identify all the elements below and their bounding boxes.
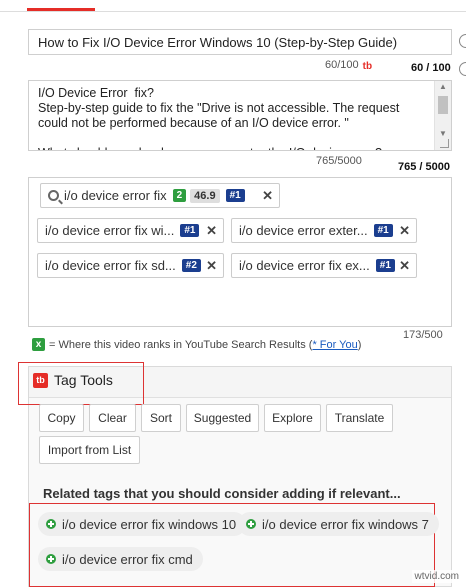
related-tag-chip[interactable]: i/o device error fix windows 10	[38, 512, 247, 536]
resize-grip-icon[interactable]	[440, 139, 449, 148]
related-tag-chip[interactable]: i/o device error fix cmd	[38, 547, 203, 571]
tags-count: 173/500	[403, 329, 443, 341]
tag-chip[interactable]: i/o device error fix wi... #1 ✕	[37, 218, 224, 243]
tubebuddy-icon: tb	[362, 61, 373, 72]
tag-rank-badge: #1	[375, 259, 395, 272]
tag-count-badge: 2	[172, 189, 187, 202]
tag-label: i/o device error exter...	[239, 223, 368, 238]
description-count: 765/5000	[316, 155, 362, 167]
tag-chip[interactable]: i/o device error exter... #1 ✕	[231, 218, 417, 243]
translate-button[interactable]: Translate	[326, 404, 393, 432]
title-count-bold: 60 / 100	[411, 62, 451, 74]
help-icon[interactable]	[459, 62, 466, 76]
legend-text: = Where this video ranks in YouTube Sear…	[49, 338, 313, 351]
tag-rank-badge: #1	[225, 189, 245, 202]
legend-text-close: )	[357, 338, 362, 351]
explore-button[interactable]: Explore	[264, 404, 321, 432]
title-input[interactable]: How to Fix I/O Device Error Windows 10 (…	[28, 29, 452, 55]
tag-label: i/o device error fix sd...	[45, 258, 176, 273]
tag-chip[interactable]: i/o device error fix ex... #1 ✕	[231, 253, 417, 278]
remove-tag-icon[interactable]: ✕	[399, 258, 410, 274]
add-icon[interactable]	[246, 519, 256, 529]
sort-button[interactable]: Sort	[141, 404, 181, 432]
tag-label: i/o device error fix wi...	[45, 223, 175, 238]
tag-rank-badge: #1	[180, 224, 200, 237]
related-tag-label: i/o device error fix cmd	[62, 551, 193, 567]
remove-tag-icon[interactable]: ✕	[399, 223, 410, 239]
tag-label: i/o device error fix ex...	[239, 258, 370, 273]
help-icon[interactable]	[459, 34, 466, 48]
tag-input-area[interactable]: i/o device error fix 2 46.9 #1 ✕ i/o dev…	[28, 177, 452, 327]
clear-button[interactable]: Clear	[89, 404, 136, 432]
remove-tag-icon[interactable]: ✕	[206, 258, 217, 274]
for-you-link[interactable]: * For You	[312, 339, 357, 351]
tag-score-badge: 46.9	[190, 188, 220, 203]
tag-rank-badge: #1	[373, 224, 393, 237]
tag-rank-badge: #2	[181, 259, 201, 272]
tag-chip-primary[interactable]: i/o device error fix 2 46.9 #1 ✕	[40, 183, 280, 208]
related-tag-label: i/o device error fix windows 7	[262, 516, 429, 532]
remove-tag-icon[interactable]: ✕	[262, 188, 273, 204]
related-tags-title: Related tags that you should consider ad…	[43, 486, 401, 501]
rank-legend: x = Where this video ranks in YouTube Se…	[32, 338, 361, 351]
scroll-thumb[interactable]	[438, 96, 448, 114]
scroll-up-icon[interactable]: ▲	[439, 82, 447, 91]
watermark: wtvid.com	[411, 570, 462, 583]
add-icon[interactable]	[46, 519, 56, 529]
description-textarea[interactable]: I/O Device Error fix? Step-by-step guide…	[28, 80, 452, 151]
suggested-button[interactable]: Suggested	[186, 404, 259, 432]
tab-divider	[0, 11, 466, 12]
copy-button[interactable]: Copy	[39, 404, 84, 432]
scroll-down-icon[interactable]: ▼	[439, 129, 447, 138]
title-counter: 60/100 tb	[325, 59, 376, 72]
search-icon[interactable]	[48, 190, 59, 201]
description-text[interactable]: I/O Device Error fix? Step-by-step guide…	[29, 81, 451, 150]
import-from-list-button[interactable]: Import from List	[39, 436, 140, 464]
description-count-bold: 765 / 5000	[398, 161, 450, 173]
tag-chip[interactable]: i/o device error fix sd... #2 ✕	[37, 253, 224, 278]
highlight-box	[18, 362, 144, 405]
related-tag-chip[interactable]: i/o device error fix windows 7	[238, 512, 439, 536]
rank-marker-icon: x	[32, 338, 45, 351]
add-icon[interactable]	[46, 554, 56, 564]
related-tag-label: i/o device error fix windows 10	[62, 516, 237, 532]
tag-label: i/o device error fix	[64, 188, 167, 203]
title-count-text: 60/100	[325, 59, 359, 71]
remove-tag-icon[interactable]: ✕	[206, 223, 217, 239]
